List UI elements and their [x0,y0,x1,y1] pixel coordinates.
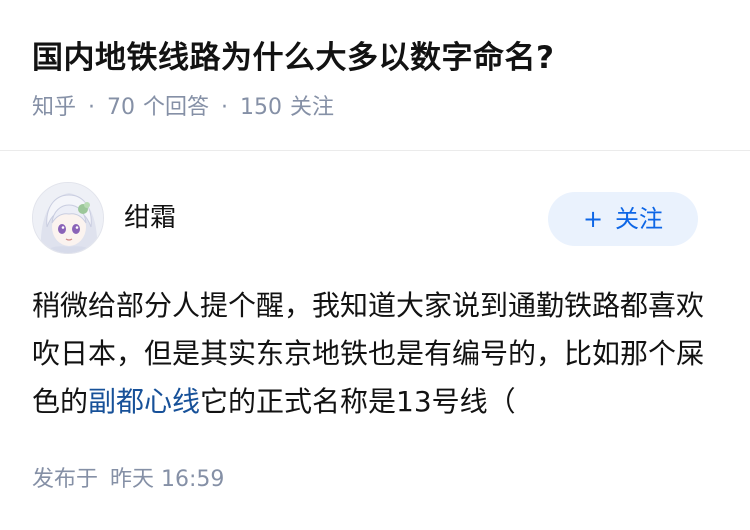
plus-icon: + [582,205,604,233]
answer-count-label: 个回答 [143,95,210,120]
follower-count-link[interactable]: 150 关注 [240,92,334,124]
follower-count-label: 关注 [290,95,335,120]
publish-info: 发布于 昨天 16:59 [32,464,224,496]
section-divider [0,150,750,151]
question-header: 国内地铁线路为什么大多以数字命名? 知乎 · 70 个回答 · 150 关注 [32,34,722,124]
meta-separator: · [88,95,96,120]
avatar-illustration [33,183,103,253]
follow-button[interactable]: + 关注 [548,192,698,246]
author-name[interactable]: 绀霜 [124,200,176,236]
question-meta: 知乎 · 70 个回答 · 150 关注 [32,92,722,124]
answer-count-link[interactable]: 70 个回答 [107,92,209,124]
question-title[interactable]: 国内地铁线路为什么大多以数字命名? [32,34,722,82]
answer-count: 70 [107,95,136,120]
follow-button-label: 关注 [615,205,664,233]
source-label[interactable]: 知乎 [32,92,76,124]
anime-girl-avatar-icon[interactable] [32,182,104,254]
meta-separator: · [221,95,229,120]
answer-inline-link[interactable]: 副都心线 [88,385,200,418]
answer-text-after-link: 它的正式名称是13号线（ [200,385,516,418]
author-row: 绀霜 + 关注 [32,182,698,256]
publish-label: 发布于 [32,467,99,492]
answer-content[interactable]: 稍微给部分人提个醒，我知道大家说到通勤铁路都喜欢吹日本，但是其实东京地铁也是有编… [32,282,718,426]
follower-count: 150 [240,95,283,120]
publish-time: 昨天 16:59 [110,467,225,492]
